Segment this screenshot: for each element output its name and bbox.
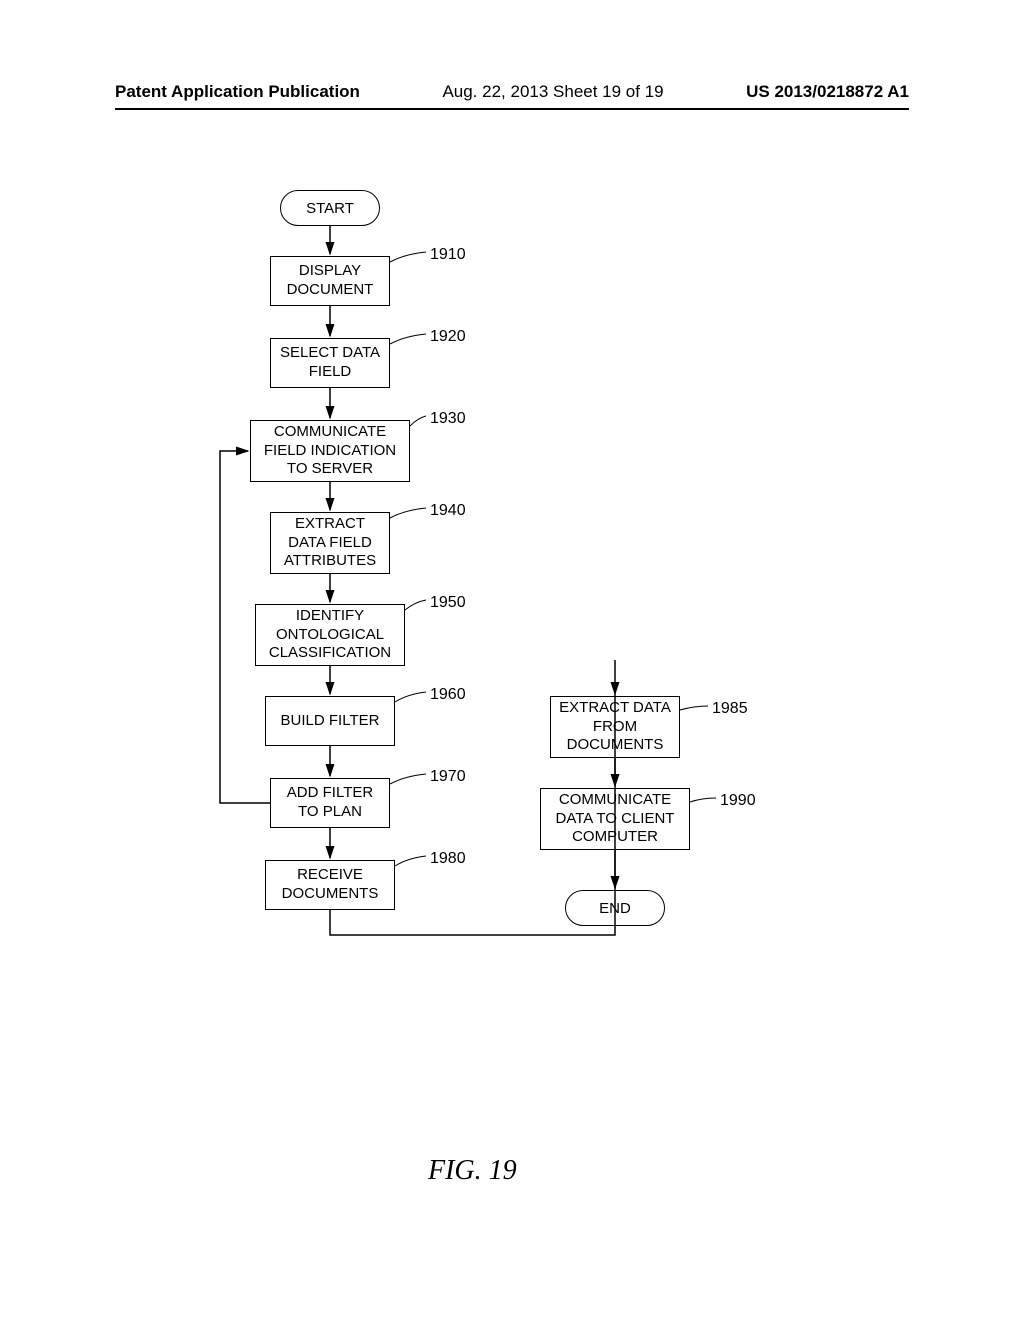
ref-1920: 1920 (430, 328, 466, 346)
header-pubnum: US 2013/0218872 A1 (746, 82, 909, 102)
step-extract-data-from-documents: EXTRACT DATA FROM DOCUMENTS (550, 696, 680, 758)
flowchart: START DISPLAY DOCUMENT 1910 SELECT DATA … (180, 190, 820, 1140)
ref-1910: 1910 (430, 246, 466, 264)
step-communicate-data-to-client: COMMUNICATE DATA TO CLIENT COMPUTER (540, 788, 690, 850)
figure-label: FIG. 19 (428, 1155, 517, 1187)
start-terminator: START (280, 190, 380, 226)
ref-1940: 1940 (430, 502, 466, 520)
ref-1990: 1990 (720, 792, 756, 810)
page-header: Patent Application Publication Aug. 22, … (115, 82, 909, 110)
ref-1930: 1930 (430, 410, 466, 428)
ref-1970: 1970 (430, 768, 466, 786)
ref-1985: 1985 (712, 700, 748, 718)
step-identify-ontological-classification: IDENTIFY ONTOLOGICAL CLASSIFICATION (255, 604, 405, 666)
header-date-sheet: Aug. 22, 2013 Sheet 19 of 19 (442, 82, 663, 102)
ref-1950: 1950 (430, 594, 466, 612)
end-terminator: END (565, 890, 665, 926)
step-build-filter: BUILD FILTER (265, 696, 395, 746)
header-publication: Patent Application Publication (115, 82, 360, 102)
step-display-document: DISPLAY DOCUMENT (270, 256, 390, 306)
ref-1980: 1980 (430, 850, 466, 868)
step-add-filter-to-plan: ADD FILTER TO PLAN (270, 778, 390, 828)
step-select-data-field: SELECT DATA FIELD (270, 338, 390, 388)
step-receive-documents: RECEIVE DOCUMENTS (265, 860, 395, 910)
step-extract-data-field-attributes: EXTRACT DATA FIELD ATTRIBUTES (270, 512, 390, 574)
page: Patent Application Publication Aug. 22, … (0, 0, 1024, 1320)
ref-1960: 1960 (430, 686, 466, 704)
step-communicate-field-indication: COMMUNICATE FIELD INDICATION TO SERVER (250, 420, 410, 482)
